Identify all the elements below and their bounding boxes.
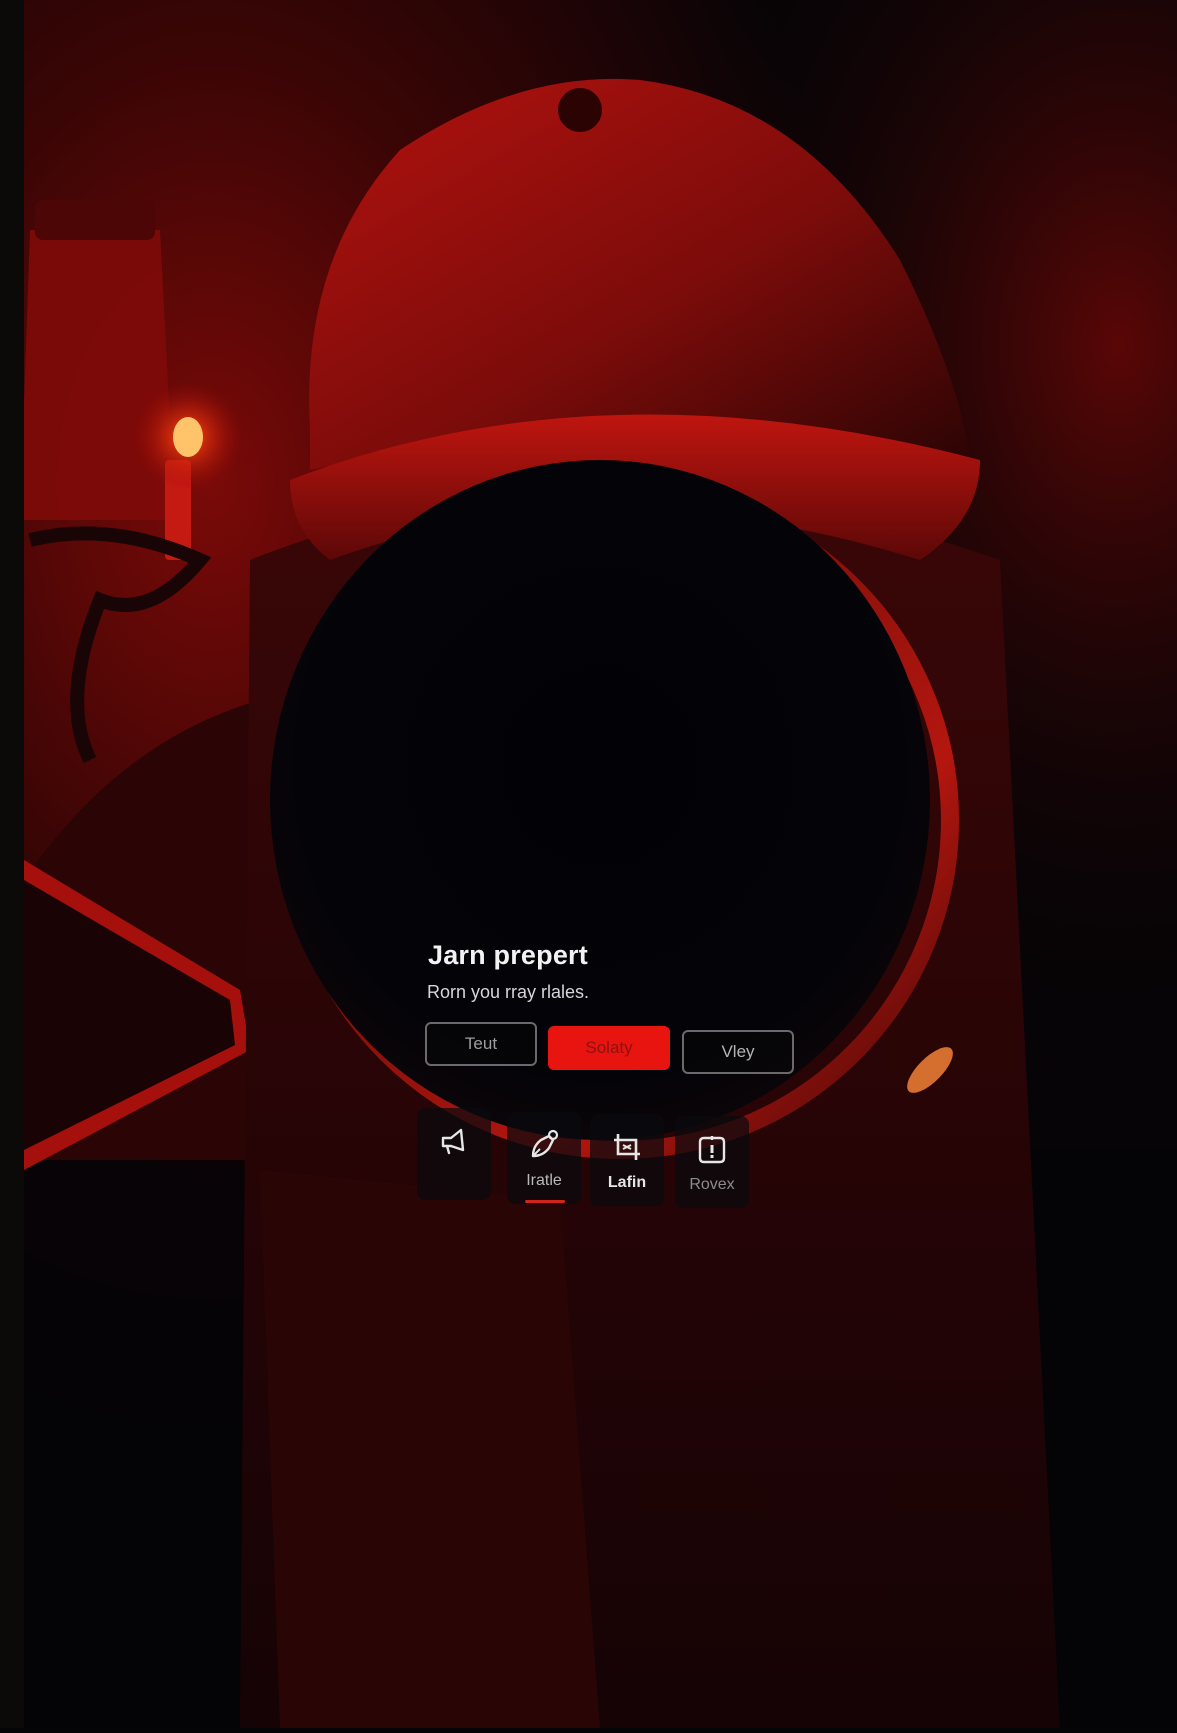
toolbar-item-crop[interactable]: Lafin	[590, 1114, 664, 1206]
toolbar-item-label: Rovex	[689, 1176, 735, 1193]
megaphone-icon	[441, 1128, 465, 1155]
left-edge-strip	[0, 0, 24, 1728]
toolbar-item-label: Lafin	[607, 1174, 647, 1191]
toolbar-item-alert[interactable]: Rovex	[675, 1116, 749, 1208]
toolbar-item-megaphone[interactable]	[417, 1108, 491, 1200]
dialog-subtitle: Rorn you rray rlales.	[427, 982, 590, 1002]
toolbar-item-pen[interactable]: Iratle	[507, 1112, 581, 1204]
dialog-title: Jarn prepert	[428, 940, 588, 970]
option-button-1[interactable]: Teut	[425, 1022, 537, 1066]
toolbar-item-label: Iratle	[526, 1172, 562, 1189]
crop-icon	[614, 1134, 640, 1160]
background-photo	[0, 0, 1177, 1728]
pen-nib-icon	[531, 1129, 559, 1158]
option-button-primary[interactable]: Solaty	[548, 1026, 670, 1070]
overlay-dialog: Jarn prepert Rorn you rray rlales. Teut …	[410, 930, 810, 1220]
active-indicator	[525, 1200, 565, 1203]
option-button-3[interactable]: Vley	[682, 1030, 794, 1074]
background-scene	[0, 0, 1177, 1728]
alert-box-icon	[698, 1136, 726, 1164]
